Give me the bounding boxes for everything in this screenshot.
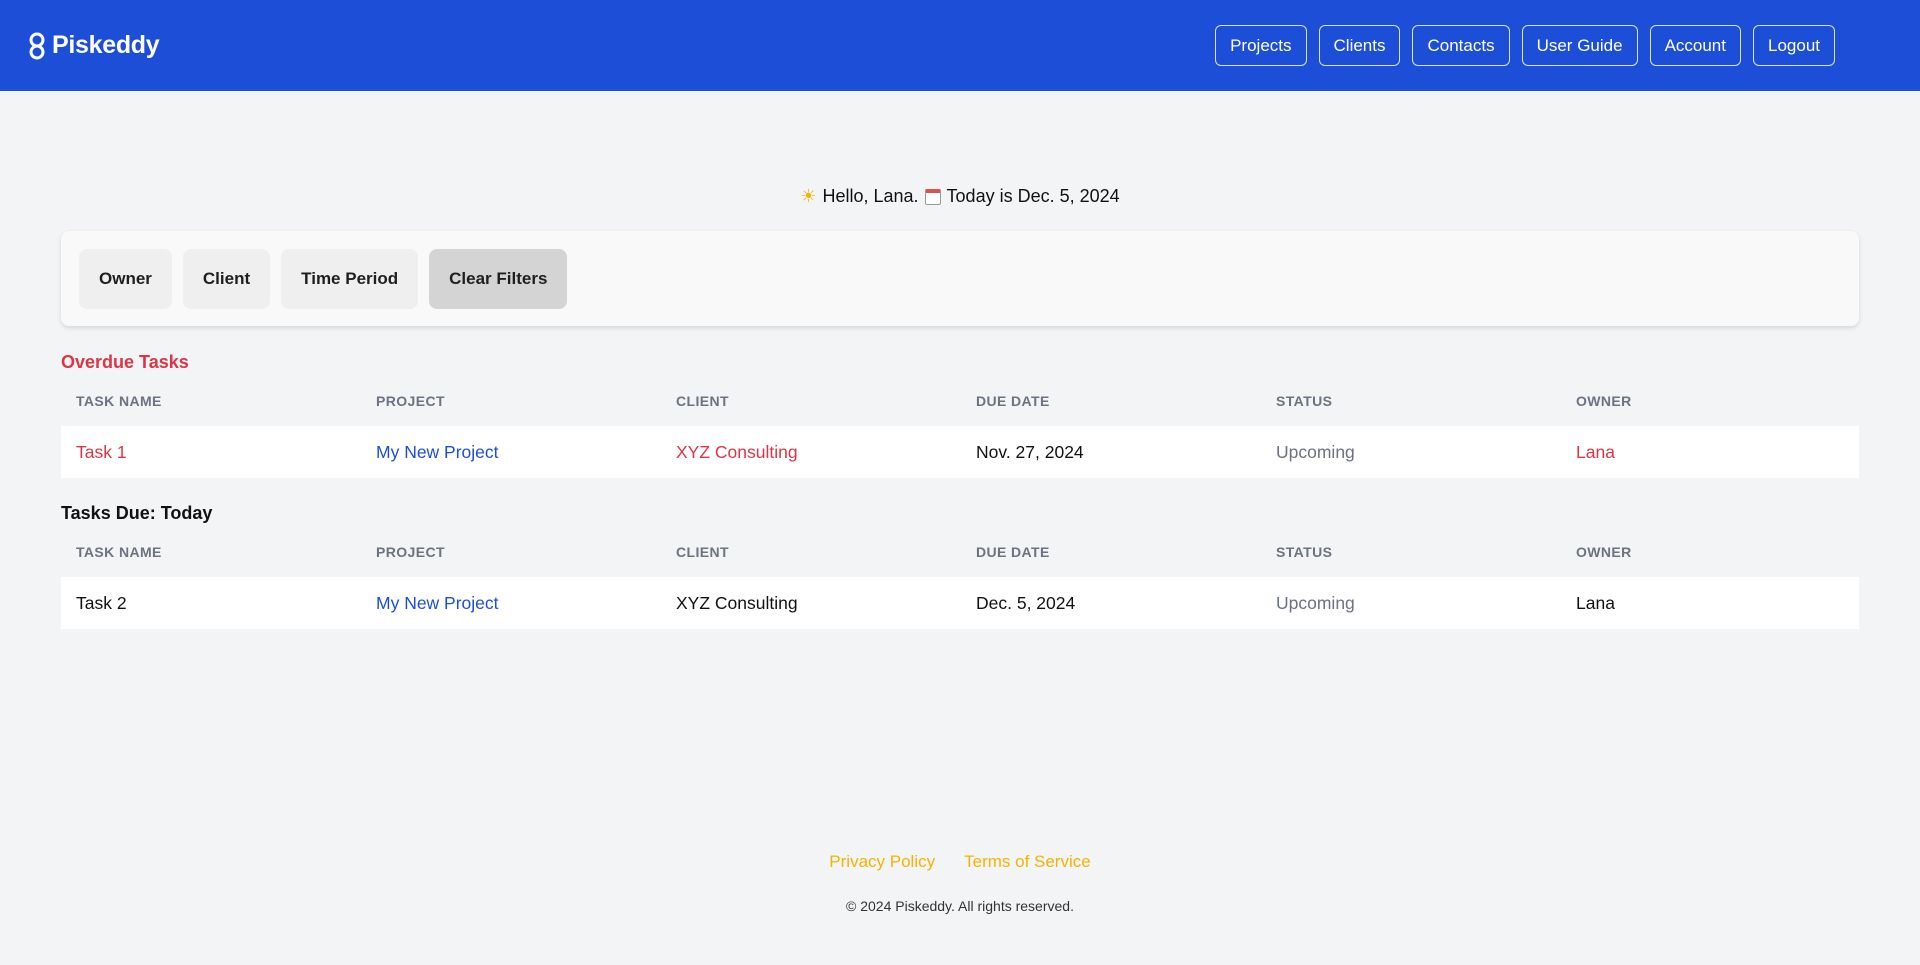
calendar-icon	[924, 188, 941, 205]
nav-clients-button[interactable]: Clients	[1318, 25, 1401, 66]
logo-icon	[29, 32, 45, 59]
project-link[interactable]: My New Project	[361, 442, 661, 463]
top-navbar: Piskeddy Projects Clients Contacts User …	[0, 0, 1920, 91]
nav-user-guide-button[interactable]: User Guide	[1521, 25, 1638, 66]
copyright-text: © 2024 Piskeddy. All rights reserved.	[846, 898, 1074, 914]
brand-logo[interactable]: Piskeddy	[28, 31, 160, 60]
column-header-due-date: DUE DATE	[976, 393, 1050, 409]
column-header-client: CLIENT	[676, 544, 729, 560]
nav-account-button[interactable]: Account	[1649, 25, 1741, 66]
status-cell: Upcoming	[1276, 441, 1355, 462]
column-header-task-name: TASK NAME	[76, 393, 162, 409]
nav-logout-button[interactable]: Logout	[1753, 25, 1835, 66]
overdue-tasks-title: Overdue Tasks	[61, 352, 189, 372]
task-name-cell[interactable]: Task 1	[61, 442, 361, 463]
table-header: TASK NAME PROJECT CLIENT DUE DATE STATUS…	[61, 376, 1859, 426]
table-row: Task 1 My New Project XYZ Consulting Nov…	[61, 426, 1859, 478]
task-name-cell[interactable]: Task 2	[61, 593, 361, 614]
column-header-project: PROJECT	[376, 393, 445, 409]
column-header-owner: OWNER	[1576, 393, 1632, 409]
filter-panel: Owner Client Time Period Clear Filters	[61, 231, 1859, 326]
tasks-due-today-section: Tasks Due: Today TASK NAME PROJECT CLIEN…	[61, 503, 1859, 629]
client-cell: XYZ Consulting	[676, 592, 798, 613]
table-header: TASK NAME PROJECT CLIENT DUE DATE STATUS…	[61, 527, 1859, 577]
project-link[interactable]: My New Project	[361, 593, 661, 614]
column-header-due-date: DUE DATE	[976, 544, 1050, 560]
owner-cell: Lana	[1576, 592, 1615, 613]
column-header-owner: OWNER	[1576, 544, 1632, 560]
sun-icon: ☀	[800, 186, 817, 206]
column-header-status: STATUS	[1276, 544, 1333, 560]
column-header-project: PROJECT	[376, 544, 445, 560]
column-header-status: STATUS	[1276, 393, 1333, 409]
owner-filter-button[interactable]: Owner	[79, 248, 172, 309]
due-date-cell: Nov. 27, 2024	[976, 441, 1084, 462]
due-date-cell: Dec. 5, 2024	[976, 592, 1076, 613]
column-header-client: CLIENT	[676, 393, 729, 409]
time-period-filter-button[interactable]: Time Period	[281, 248, 419, 309]
greeting-date: Today is Dec. 5, 2024	[946, 186, 1120, 206]
greeting-hello: Hello, Lana.	[822, 186, 919, 206]
client-cell: XYZ Consulting	[676, 441, 798, 462]
status-cell: Upcoming	[1276, 592, 1355, 613]
main-nav: Projects Clients Contacts User Guide Acc…	[1215, 25, 1835, 66]
owner-cell: Lana	[1576, 441, 1615, 462]
footer-links: Privacy Policy Terms of Service	[0, 852, 1920, 872]
client-filter-button[interactable]: Client	[182, 248, 271, 309]
privacy-policy-link[interactable]: Privacy Policy	[829, 852, 935, 872]
clear-filters-button[interactable]: Clear Filters	[429, 248, 568, 309]
nav-contacts-button[interactable]: Contacts	[1412, 25, 1510, 66]
terms-of-service-link[interactable]: Terms of Service	[964, 852, 1091, 872]
overdue-tasks-section: Overdue Tasks TASK NAME PROJECT CLIENT D…	[61, 352, 1859, 478]
greeting-line: ☀ Hello, Lana. Today is Dec. 5, 2024	[0, 186, 1920, 207]
tasks-due-today-title: Tasks Due: Today	[61, 503, 213, 523]
column-header-task-name: TASK NAME	[76, 544, 162, 560]
table-row: Task 2 My New Project XYZ Consulting Dec…	[61, 577, 1859, 629]
nav-projects-button[interactable]: Projects	[1215, 25, 1307, 66]
brand-name: Piskeddy	[52, 31, 160, 59]
